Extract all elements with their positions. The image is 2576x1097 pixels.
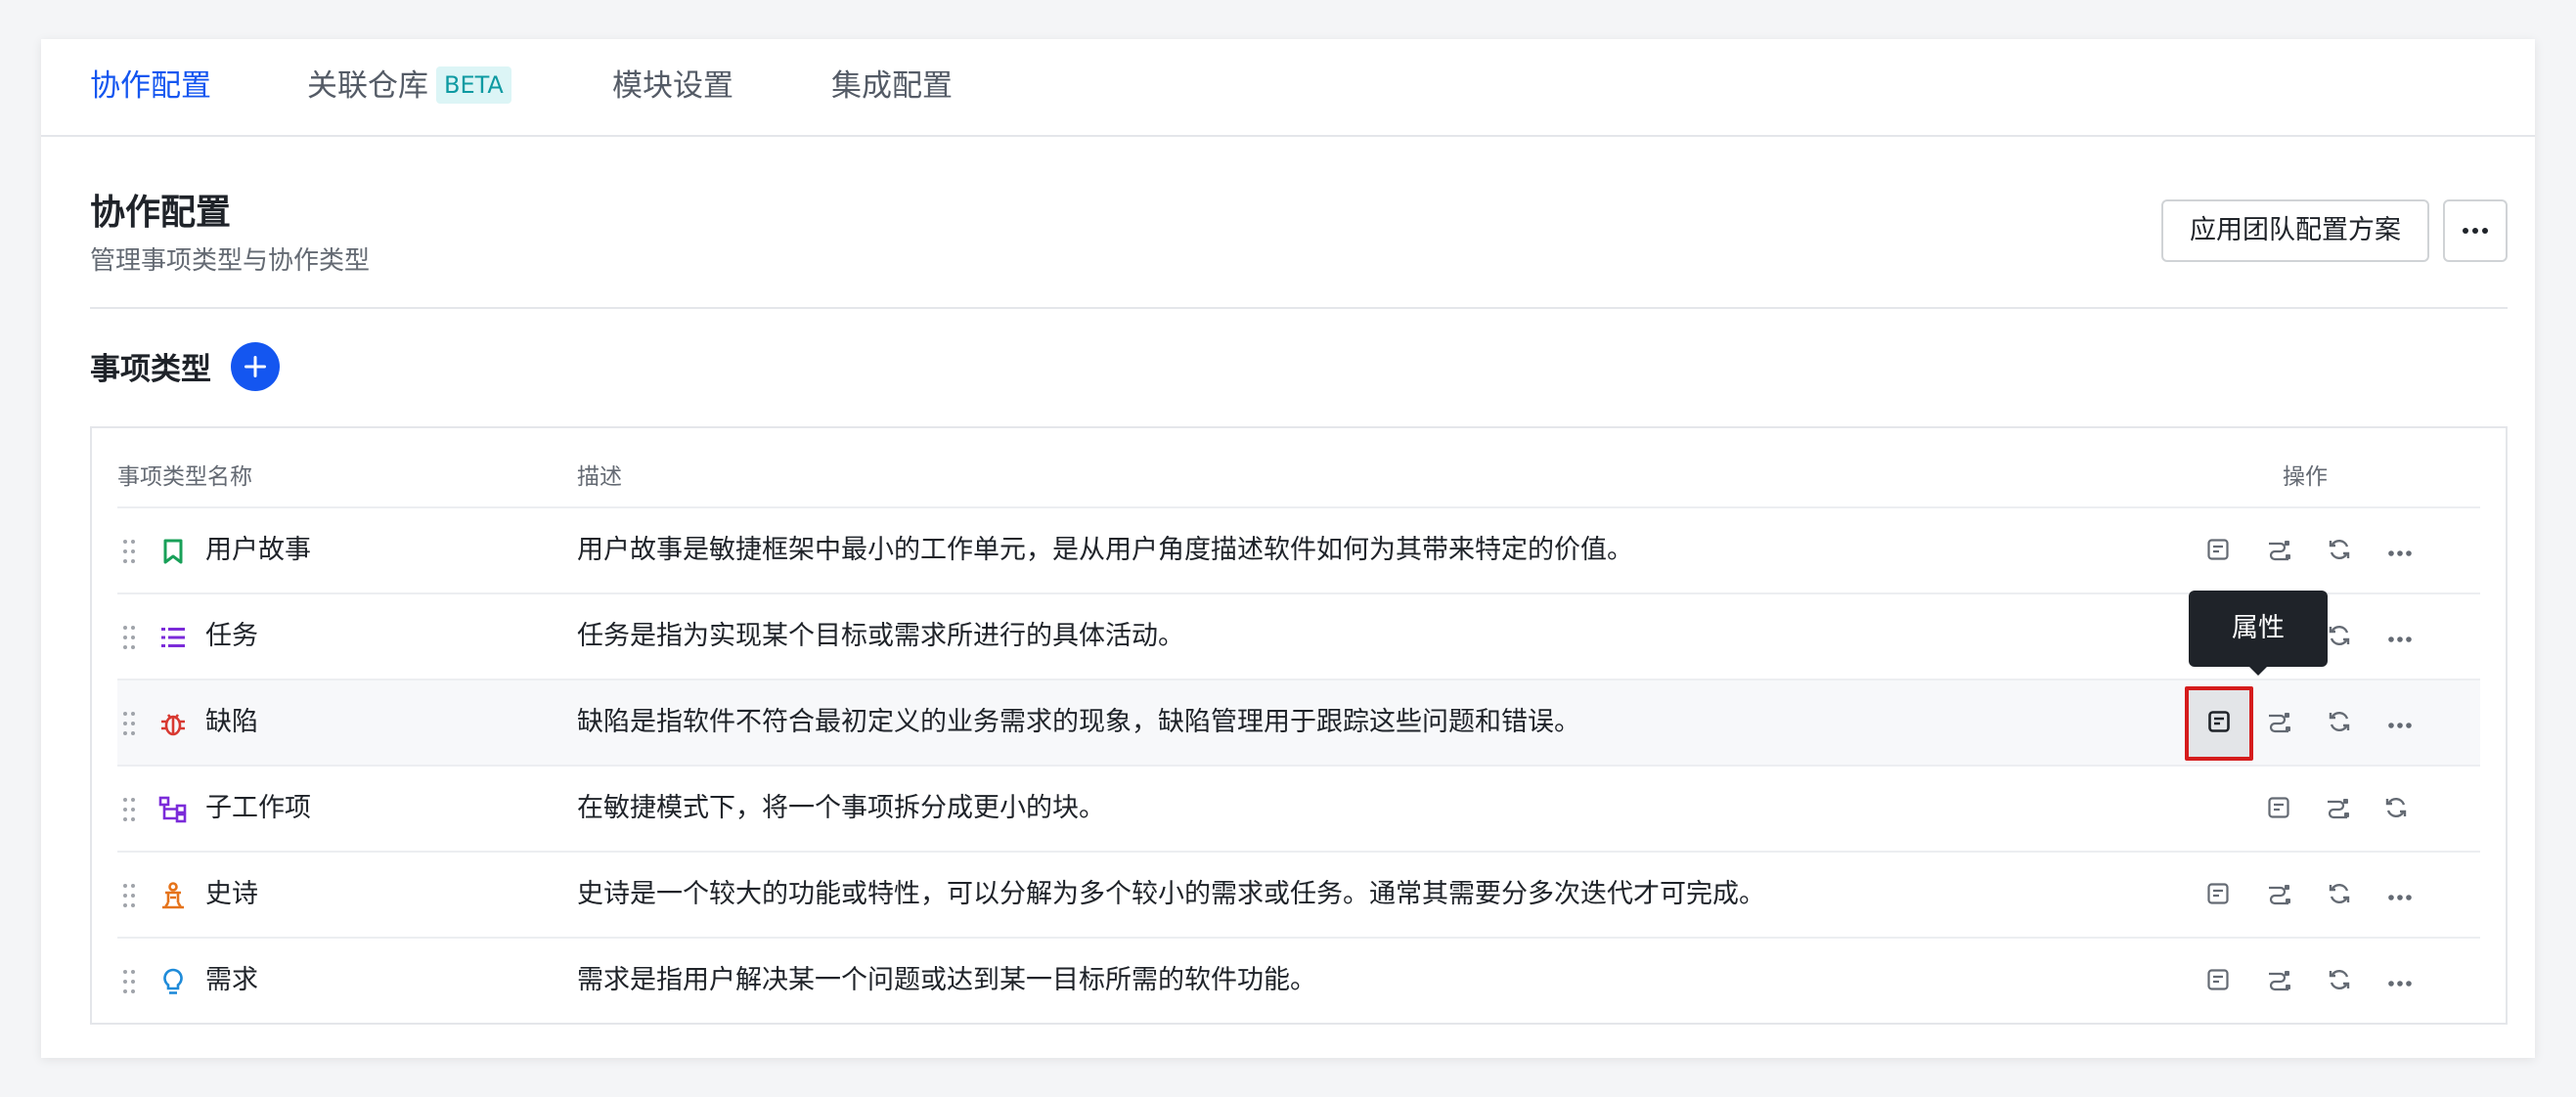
tab-label: 模块设置 — [612, 68, 733, 104]
tab-module-settings[interactable]: 模块设置 — [612, 39, 733, 135]
row-action-refresh-button[interactable] — [2318, 702, 2361, 745]
column-header-name: 事项类型名称 — [117, 464, 252, 490]
add-item-type-button[interactable] — [231, 342, 280, 391]
item-type-name: 史诗 — [205, 879, 258, 909]
row-action-workflow-button[interactable] — [2257, 960, 2300, 1003]
row-action-properties-button[interactable] — [2185, 686, 2253, 761]
beta-badge: BETA — [436, 66, 511, 104]
bookmark-icon — [156, 535, 190, 568]
plus-icon — [244, 356, 266, 377]
row-action-properties-button[interactable] — [2257, 788, 2300, 831]
row-action-workflow-button[interactable] — [2257, 874, 2300, 917]
more-horizontal-icon — [2387, 887, 2413, 905]
row-action-properties-button[interactable] — [2197, 874, 2240, 917]
header-more-button[interactable] — [2443, 199, 2508, 262]
refresh-icon — [2327, 537, 2352, 566]
row-action-workflow-button[interactable] — [2257, 530, 2300, 573]
more-horizontal-icon — [2387, 629, 2413, 647]
properties-icon — [2267, 796, 2290, 823]
column-header-description: 描述 — [577, 464, 622, 490]
refresh-icon — [2327, 967, 2352, 996]
row-action-properties-button[interactable] — [2197, 960, 2240, 1003]
subtask-icon — [156, 793, 190, 826]
tab-bar: 协作配置 关联仓库 BETA 模块设置 集成配置 — [41, 39, 2535, 137]
table-row[interactable]: 任务 任务是指为实现某个目标或需求所进行的具体活动。 — [117, 592, 2480, 680]
row-action-refresh-button[interactable] — [2318, 530, 2361, 573]
more-horizontal-icon — [2387, 543, 2413, 561]
item-type-name: 用户故事 — [205, 535, 311, 565]
item-type-description: 缺陷是指软件不符合最初定义的业务需求的现象，缺陷管理用于跟踪这些问题和错误。 — [577, 707, 1580, 737]
item-type-name: 子工作项 — [205, 793, 311, 823]
tab-label: 协作配置 — [90, 68, 211, 104]
table-row[interactable]: 缺陷 缺陷是指软件不符合最初定义的业务需求的现象，缺陷管理用于跟踪这些问题和错误。 — [117, 679, 2480, 767]
page-title: 协作配置 — [90, 193, 232, 233]
refresh-icon — [2327, 623, 2352, 652]
row-action-refresh-button[interactable] — [2318, 960, 2361, 1003]
list-icon — [156, 621, 190, 654]
item-type-description: 需求是指用户解决某一个问题或达到某一目标所需的软件功能。 — [577, 965, 1316, 995]
properties-tooltip: 属性 — [2189, 591, 2328, 676]
apply-team-config-button[interactable]: 应用团队配置方案 — [2161, 199, 2429, 262]
tab-collaboration-config[interactable]: 协作配置 — [90, 39, 211, 135]
drag-handle-icon[interactable] — [121, 624, 137, 651]
properties-icon — [2206, 538, 2230, 565]
more-horizontal-icon — [2463, 228, 2488, 234]
refresh-icon — [2383, 795, 2409, 824]
section-title: 事项类型 — [90, 352, 211, 387]
item-type-table: 事项类型名称 描述 操作 用户故事 用户故事是敏捷框架中最小的工作单元，是从用户角… — [90, 426, 2508, 1025]
properties-icon — [2207, 710, 2231, 737]
header-divider — [90, 307, 2508, 309]
table-row[interactable]: 用户故事 用户故事是敏捷框架中最小的工作单元，是从用户角度描述软件如何为其带来特定… — [117, 506, 2480, 594]
row-action-more-horizontal-button[interactable] — [2378, 530, 2421, 573]
properties-icon — [2206, 882, 2230, 909]
item-type-name: 需求 — [205, 965, 258, 995]
bug-icon — [156, 707, 190, 740]
tab-integration-config[interactable]: 集成配置 — [831, 39, 953, 135]
item-type-description: 史诗是一个较大的功能或特性，可以分解为多个较小的需求或任务。通常其需要分多次迭代… — [577, 879, 1765, 909]
table-row[interactable]: 需求 需求是指用户解决某一个问题或达到某一目标所需的软件功能。 — [117, 937, 2480, 1025]
drag-handle-icon[interactable] — [121, 710, 137, 737]
table-row[interactable]: 史诗 史诗是一个较大的功能或特性，可以分解为多个较小的需求或任务。通常其需要分多次… — [117, 851, 2480, 939]
column-header-actions: 操作 — [2283, 464, 2328, 490]
drag-handle-icon[interactable] — [121, 538, 137, 565]
item-type-description: 在敏捷模式下，将一个事项拆分成更小的块。 — [577, 793, 1105, 823]
tab-linked-repos[interactable]: 关联仓库 BETA — [307, 39, 511, 135]
workflow-icon — [2266, 538, 2291, 565]
more-horizontal-icon — [2387, 715, 2413, 733]
row-action-refresh-button[interactable] — [2375, 788, 2418, 831]
drag-handle-icon[interactable] — [121, 968, 137, 995]
row-action-more-horizontal-button[interactable] — [2378, 960, 2421, 1003]
workflow-icon — [2266, 882, 2291, 909]
properties-icon — [2206, 968, 2230, 995]
item-type-description: 用户故事是敏捷框架中最小的工作单元，是从用户角度描述软件如何为其带来特定的价值。 — [577, 535, 1633, 565]
row-action-more-horizontal-button[interactable] — [2378, 874, 2421, 917]
epic-icon — [156, 879, 190, 912]
drag-handle-icon[interactable] — [121, 796, 137, 823]
item-type-name: 缺陷 — [205, 707, 258, 737]
row-action-workflow-button[interactable] — [2316, 788, 2359, 831]
table-row[interactable]: 子工作项 在敏捷模式下，将一个事项拆分成更小的块。 — [117, 765, 2480, 853]
row-action-workflow-button[interactable] — [2257, 702, 2300, 745]
workflow-icon — [2266, 968, 2291, 995]
tab-label: 集成配置 — [831, 68, 953, 104]
item-type-description: 任务是指为实现某个目标或需求所进行的具体活动。 — [577, 621, 1184, 651]
workflow-icon — [2325, 796, 2350, 823]
tab-label: 关联仓库 — [307, 68, 428, 104]
row-action-properties-button[interactable] — [2197, 530, 2240, 573]
refresh-icon — [2327, 881, 2352, 910]
page-subtitle: 管理事项类型与协作类型 — [90, 246, 371, 276]
lightbulb-icon — [156, 965, 190, 998]
settings-card: 协作配置 关联仓库 BETA 模块设置 集成配置 协作配置 管理事项类型与协作类型… — [41, 39, 2535, 1058]
row-action-more-horizontal-button[interactable] — [2378, 702, 2421, 745]
refresh-icon — [2327, 709, 2352, 738]
row-action-refresh-button[interactable] — [2318, 874, 2361, 917]
more-horizontal-icon — [2387, 973, 2413, 991]
drag-handle-icon[interactable] — [121, 882, 137, 909]
row-action-more-horizontal-button[interactable] — [2378, 616, 2421, 659]
item-type-name: 任务 — [205, 621, 258, 651]
workflow-icon — [2266, 710, 2291, 737]
